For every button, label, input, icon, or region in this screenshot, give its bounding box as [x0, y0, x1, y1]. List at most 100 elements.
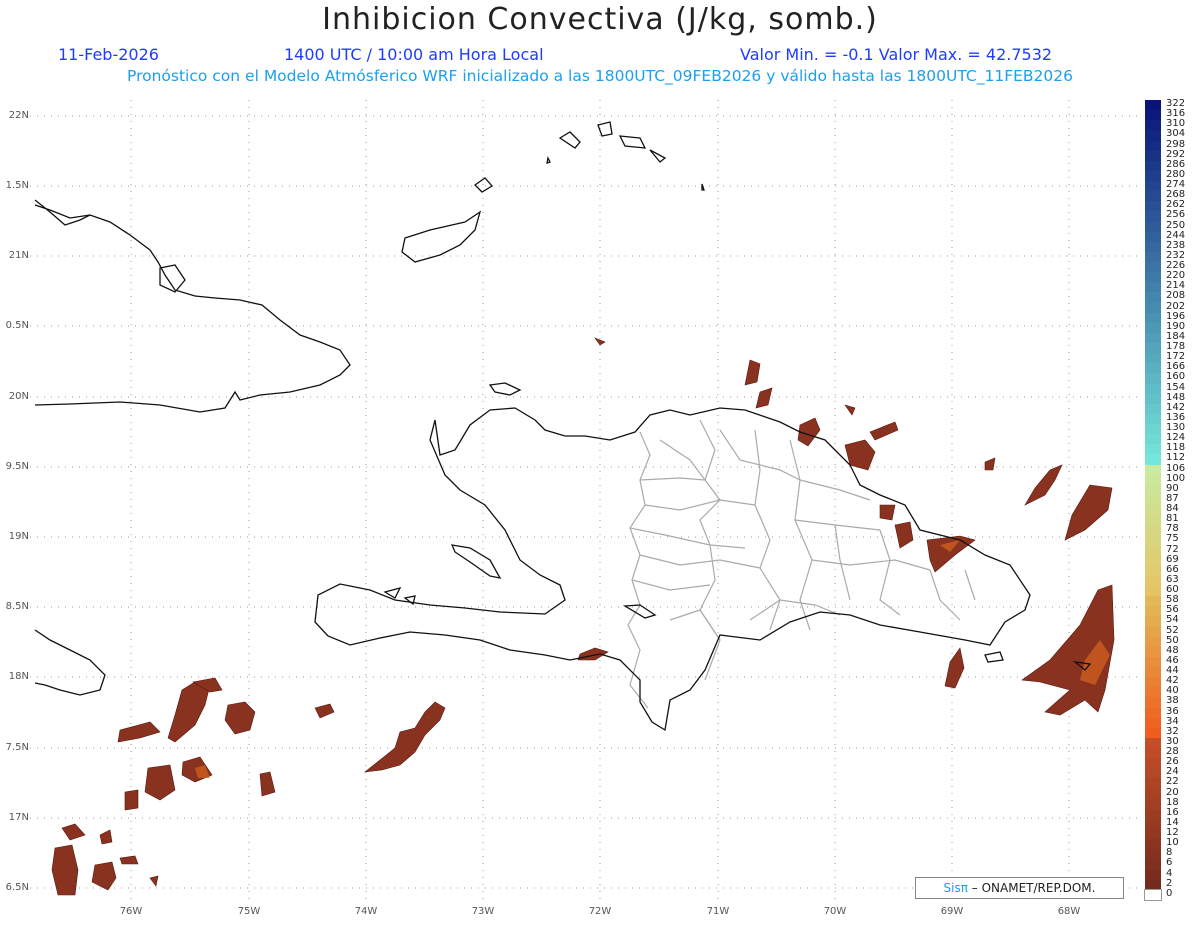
colorbar-swatch [1145, 322, 1161, 334]
colorbar-swatch [1145, 575, 1161, 587]
colorbar-swatch [1145, 343, 1161, 354]
lon-label: 73W [471, 906, 495, 917]
colorbar-swatch [1145, 120, 1161, 131]
colorbar-swatch [1145, 231, 1161, 243]
colorbar-swatch [1145, 140, 1161, 152]
colorbar-swatch [1145, 636, 1161, 648]
colorbar-swatch [1145, 444, 1161, 455]
colorbar-swatch [1145, 778, 1161, 790]
province-boundaries [627, 419, 976, 709]
colorbar-swatch [1145, 717, 1161, 729]
colorbar-swatch [1145, 424, 1161, 435]
colorbar-swatch [1145, 869, 1161, 881]
colorbar-swatch [1145, 788, 1161, 800]
colorbar-swatch [1145, 616, 1161, 628]
lat-label: 17N [8, 812, 29, 823]
colorbar-swatch [1145, 727, 1161, 739]
lon-label: 69W [940, 906, 964, 917]
colorbar-swatch [1145, 798, 1161, 810]
colorbar-swatch [1145, 363, 1161, 374]
colorbar-swatch [1145, 241, 1161, 253]
colorbar-swatch [1145, 505, 1161, 516]
lat-label: 22N [8, 110, 29, 121]
colorbar-swatch [1145, 292, 1161, 304]
lat-label: 21N [8, 250, 29, 261]
lat-label: 6.5N [5, 882, 29, 893]
colorbar-swatch [1145, 768, 1161, 779]
colorbar-swatch [1145, 474, 1161, 486]
colorbar-swatch [1145, 201, 1161, 212]
credit-box: Sisπ – ONAMET/REP.DOM. [915, 877, 1124, 899]
colorbar-swatch [1145, 373, 1161, 385]
colorbar-swatch [1145, 494, 1161, 506]
colorbar-swatch [1145, 464, 1161, 476]
colorbar-swatch [1145, 393, 1161, 405]
colorbar-swatch [1145, 748, 1161, 759]
colorbar-swatch [1144, 888, 1162, 902]
colorbar-label: 38 [1166, 695, 1179, 707]
colorbar-swatch [1145, 656, 1161, 668]
colorbar-swatch [1145, 667, 1161, 678]
colorbar-swatch [1145, 282, 1161, 293]
colorbar-label: 22 [1166, 776, 1179, 788]
lon-label: 68W [1057, 906, 1081, 917]
value-range: Valor Min. = -0.1 Valor Max. = 42.7532 [740, 45, 1053, 64]
lat-label: 8.5N [5, 601, 29, 612]
cin-highlight [195, 540, 1110, 778]
colorbar-swatch [1145, 312, 1161, 324]
colorbar-swatch [1145, 596, 1161, 607]
colorbar-swatch [1145, 251, 1161, 263]
lat-label: 18N [8, 671, 29, 682]
colorbar-swatch [1145, 272, 1161, 283]
lat-label: 20N [8, 391, 29, 402]
cin-shading [51, 337, 1115, 896]
colorbar-swatch [1145, 586, 1161, 597]
colorbar-swatch [1145, 707, 1161, 719]
colorbar-swatch [1145, 737, 1161, 749]
colorbar-label: 298 [1166, 138, 1186, 150]
colorbar-label: 304 [1166, 128, 1186, 140]
lon-label: 74W [354, 906, 378, 917]
colorbar-swatch [1145, 150, 1161, 162]
colorbar-swatch [1145, 262, 1161, 273]
colorbar-swatch [1145, 859, 1161, 871]
lat-label: 19N [8, 531, 29, 542]
lon-label: 75W [237, 906, 261, 917]
colorbar-swatch [1145, 626, 1161, 638]
lat-label: 1.5N [5, 180, 29, 191]
colorbar-label: 160 [1166, 371, 1186, 383]
colorbar-swatch [1145, 170, 1161, 182]
colorbar-swatch [1145, 565, 1161, 577]
colorbar-swatch [1145, 181, 1161, 192]
colorbar-swatch [1145, 403, 1161, 415]
colorbar-label: 54 [1166, 614, 1179, 626]
colorbar-swatch [1145, 110, 1161, 121]
colorbar-swatch [1145, 130, 1161, 141]
colorbar-swatch [1145, 454, 1161, 466]
colorbar-swatch [1145, 687, 1161, 698]
colorbar-swatch [1145, 839, 1161, 850]
colorbar-swatch [1145, 302, 1161, 314]
colorbar-label: 0 [1166, 887, 1173, 899]
map-canvas [30, 100, 1138, 900]
lat-label: 0.5N [5, 320, 29, 331]
colorbar-swatch [1145, 818, 1161, 830]
colorbar-swatch [1145, 221, 1161, 233]
colorbar-swatch [1145, 413, 1161, 425]
credit-text: – ONAMET/REP.DOM. [967, 881, 1096, 895]
colorbar-swatch [1145, 332, 1161, 344]
forecast-time: 1400 UTC / 10:00 am Hora Local [284, 45, 544, 64]
lon-label: 76W [119, 906, 143, 917]
coastlines [34, 121, 1092, 732]
forecast-date: 11-Feb-2026 [58, 45, 159, 64]
colorbar-swatch [1145, 545, 1161, 557]
colorbar-swatch [1145, 353, 1161, 364]
map-title: Inhibicion Convectiva (J/kg, somb.) [322, 2, 878, 37]
colorbar-swatch [1145, 879, 1161, 891]
lon-label: 70W [823, 906, 847, 917]
colorbar-label: 6 [1166, 857, 1173, 869]
colorbar-swatch [1145, 484, 1161, 496]
model-info: Pronóstico con el Modelo Atmósferico WRF… [127, 67, 1073, 85]
colorbar-swatch [1145, 535, 1161, 547]
colorbar-swatch [1145, 849, 1161, 860]
